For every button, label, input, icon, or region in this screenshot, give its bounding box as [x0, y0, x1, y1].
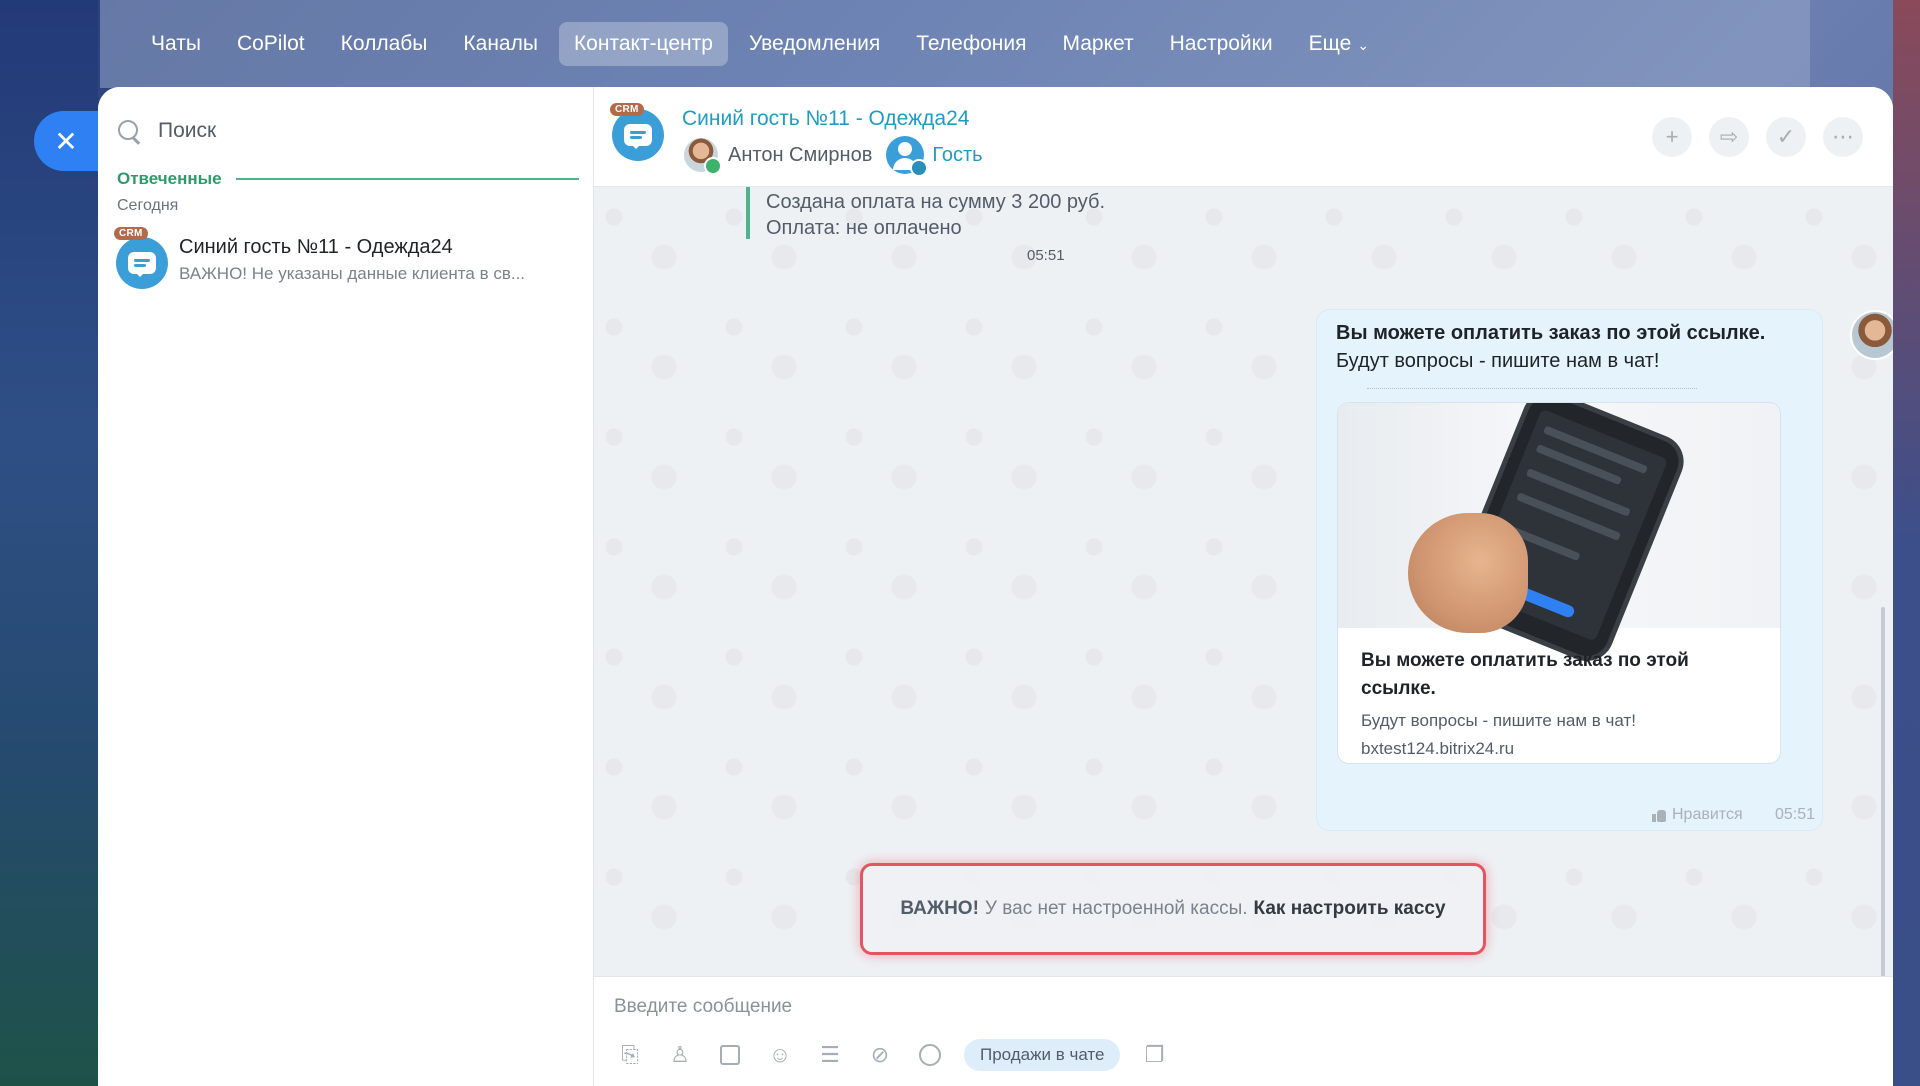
background-right	[1893, 0, 1920, 1086]
warning-text: У вас нет настроенной кассы.	[984, 898, 1248, 919]
link-preview-url[interactable]: bxtest124.bitrix24.ru	[1361, 739, 1514, 759]
nav-more[interactable]: Еще ⌄	[1294, 22, 1384, 66]
chat-list-item[interactable]: CRM Синий гость №11 - Одежда24 ВАЖНО! Не…	[114, 227, 578, 299]
message-bold-text: Вы можете оплатить заказ по этой ссылке.	[1336, 322, 1766, 344]
chat-title[interactable]: Синий гость №11 - Одежда24	[682, 107, 969, 131]
guest-avatar[interactable]	[886, 136, 929, 177]
sales-in-chat-button[interactable]: Продажи в чате	[964, 1039, 1121, 1071]
hidden-icon: ⊘	[870, 1042, 890, 1067]
date-label: Сегодня	[117, 197, 179, 214]
chat-list-column: Отвеченные Сегодня CRM Синий гость №11 -…	[98, 87, 594, 1086]
chevron-down-icon: ⌄	[1357, 36, 1370, 53]
contact-button[interactable]: ♙	[664, 1039, 696, 1071]
chat-windows-button[interactable]: ❐	[1138, 1039, 1170, 1071]
nav-telephony[interactable]: Телефония	[901, 22, 1041, 66]
section-header: Отвеченные	[117, 167, 579, 191]
chat-area: CRM Синий гость №11 - Одежда24 Антон Сми…	[594, 87, 1893, 1086]
forward-icon: ⇨	[1719, 124, 1739, 149]
finish-button[interactable]: ✓	[1766, 117, 1806, 157]
search-icon	[116, 118, 142, 144]
composer-toolbar: ⎘ ♙ ☺ ☰ ⊘ Продажи в чате ❐	[614, 1039, 1170, 1071]
section-title: Отвеченные	[117, 169, 222, 188]
section-divider	[235, 178, 579, 180]
message-bubble[interactable]: Вы можете оплатить заказ по этой ссылке.…	[1316, 309, 1823, 831]
message-author-avatar[interactable]	[1850, 310, 1893, 360]
system-message-line: Оплата: не оплачено	[766, 217, 962, 239]
message-input[interactable]	[614, 991, 1814, 1023]
list-icon: ☰	[820, 1042, 840, 1067]
chat-windows-icon: ❐	[1144, 1042, 1165, 1067]
link-preview-description: Будут вопросы - пишите нам в чат!	[1361, 711, 1636, 730]
chat-item-preview: ВАЖНО! Не указаны данные клиента в св...	[179, 264, 526, 283]
crm-chat-avatar	[116, 237, 168, 289]
chat-item-title: Синий гость №11 - Одежда24	[179, 236, 453, 258]
like-button[interactable]: Нравится	[1652, 806, 1743, 824]
nav-settings[interactable]: Настройки	[1155, 22, 1288, 66]
nav-collabs[interactable]: Коллабы	[326, 22, 443, 66]
crm-badge: CRM	[610, 103, 644, 116]
system-message: Создана оплата на сумму 3 200 руб. Оплат…	[746, 187, 1206, 327]
chat-participants: Антон Смирнов Гость	[682, 135, 983, 177]
attach-button[interactable]: ⎘	[614, 1039, 646, 1071]
templates-button[interactable]: ☰	[814, 1039, 846, 1071]
crown-icon	[704, 157, 722, 175]
add-button[interactable]: +	[1652, 117, 1692, 157]
person-icon: ♙	[670, 1042, 690, 1067]
link-preview-card[interactable]: Вы можете оплатить заказ по этой ссылке.…	[1337, 402, 1781, 764]
hand-image	[1408, 513, 1528, 633]
message-text: Будут вопросы - пишите нам в чат!	[1336, 350, 1660, 372]
quick-actions-button[interactable]	[914, 1039, 946, 1071]
setup-cashbox-link[interactable]: Как настроить кассу	[1254, 898, 1446, 920]
commands-button[interactable]	[714, 1039, 746, 1071]
link-preview-title: Вы можете оплатить заказ по этой ссылке.	[1361, 650, 1689, 699]
thumbs-up-icon	[1652, 808, 1666, 822]
nav-chats[interactable]: Чаты	[136, 22, 216, 66]
message-divider	[1367, 388, 1697, 389]
plus-icon: +	[1665, 124, 1679, 149]
operator-avatar[interactable]	[682, 136, 722, 175]
nav-contact-center[interactable]: Контакт-центр	[558, 22, 728, 66]
hidden-message-button[interactable]: ⊘	[864, 1039, 896, 1071]
paperclip-icon: ⎘	[621, 1042, 639, 1067]
search-bar	[116, 109, 576, 153]
search-input[interactable]	[158, 119, 538, 143]
chat-header: CRM Синий гость №11 - Одежда24 Антон Сми…	[594, 87, 1893, 187]
lightning-icon	[919, 1044, 941, 1066]
message-composer: ⎘ ♙ ☺ ☰ ⊘ Продажи в чате ❐	[594, 976, 1893, 1086]
chat-header-avatar[interactable]: CRM	[610, 103, 664, 161]
system-message-line: Создана оплата на сумму 3 200 руб.	[766, 191, 1106, 213]
system-message-bar	[746, 187, 750, 239]
check-icon: ✓	[1776, 124, 1796, 149]
crm-chat-avatar	[612, 109, 664, 161]
guest-badge-icon	[910, 159, 929, 177]
close-button[interactable]: ✕	[34, 111, 98, 171]
more-icon: ⋯	[1832, 124, 1854, 149]
forward-button[interactable]: ⇨	[1709, 117, 1749, 157]
crm-badge: CRM	[114, 227, 148, 240]
nav-copilot[interactable]: CoPilot	[222, 22, 320, 66]
emoji-button[interactable]: ☺	[764, 1039, 796, 1071]
slash-icon	[720, 1045, 740, 1065]
smile-icon: ☺	[768, 1042, 792, 1067]
link-preview-image	[1338, 403, 1780, 663]
nav-market[interactable]: Маркет	[1047, 22, 1148, 66]
nav-notifications[interactable]: Уведомления	[734, 22, 895, 66]
more-button[interactable]: ⋯	[1823, 117, 1863, 157]
cashbox-warning: ВАЖНО! У вас нет настроенной кассы. Как …	[860, 863, 1486, 955]
header-actions: + ⇨ ✓ ⋯	[1652, 117, 1863, 157]
close-icon: ✕	[54, 125, 78, 157]
message-time: 05:51	[1775, 806, 1816, 823]
guest-label[interactable]: Гость	[932, 144, 982, 167]
like-label: Нравится	[1672, 806, 1743, 823]
warning-bold: ВАЖНО!	[900, 898, 979, 919]
nav-channels[interactable]: Каналы	[448, 22, 553, 66]
contact-center-panel: Отвеченные Сегодня CRM Синий гость №11 -…	[98, 87, 1893, 1086]
top-navigation: Чаты CoPilot Коллабы Каналы Контакт-цент…	[100, 0, 1810, 88]
message-time: 05:51	[1027, 247, 1065, 264]
operator-name[interactable]: Антон Смирнов	[728, 144, 872, 167]
